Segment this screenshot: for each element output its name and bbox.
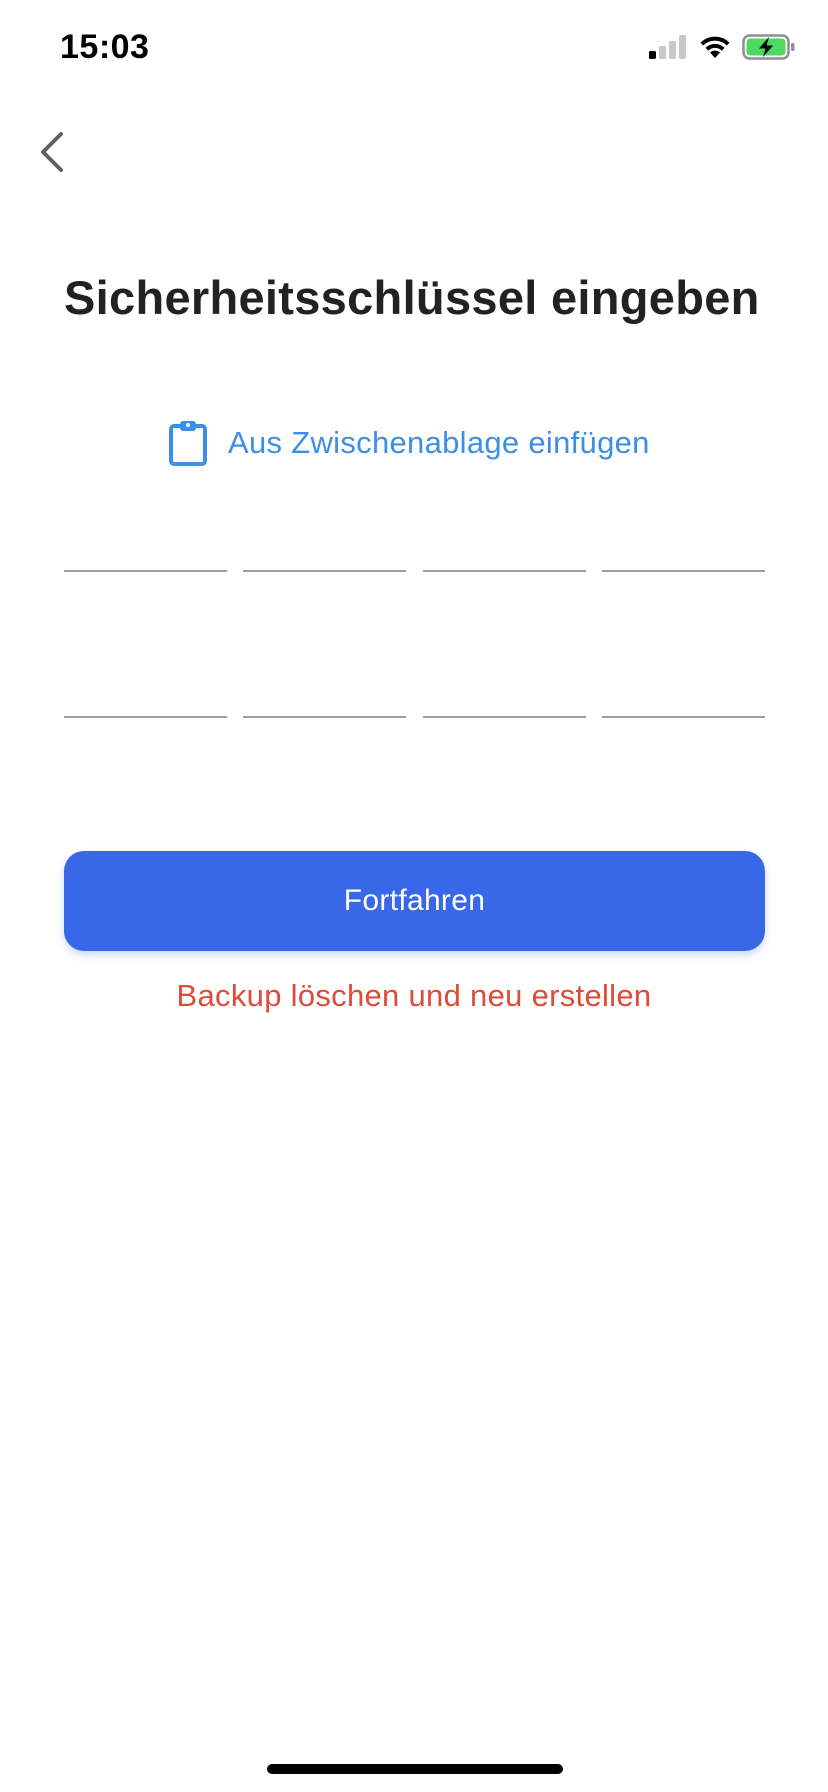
page-title: Sicherheitsschlüssel eingeben	[64, 271, 760, 324]
security-key-inputs	[64, 520, 765, 812]
back-button[interactable]	[22, 122, 82, 182]
screen: 15:03 Sicherheitsschlüssel eingeben Aus …	[0, 0, 828, 1792]
key-row-1	[64, 520, 765, 572]
chevron-left-icon	[41, 132, 63, 172]
key-field-6[interactable]	[243, 666, 407, 718]
key-field-2[interactable]	[243, 520, 407, 572]
key-field-8[interactable]	[601, 666, 765, 718]
battery-charging-icon	[742, 34, 795, 60]
continue-button[interactable]: Fortfahren	[64, 851, 765, 951]
home-indicator[interactable]	[267, 1764, 563, 1774]
paste-label: Aus Zwischenablage einfügen	[228, 425, 650, 460]
key-row-2	[64, 666, 765, 718]
paste-from-clipboard-button[interactable]: Aus Zwischenablage einfügen	[168, 420, 650, 466]
key-field-1[interactable]	[64, 520, 227, 572]
status-time: 15:03	[60, 28, 150, 66]
key-field-5[interactable]	[64, 666, 227, 718]
wifi-icon	[700, 36, 730, 58]
status-icons	[648, 34, 796, 60]
key-field-3[interactable]	[422, 520, 586, 572]
clipboard-icon	[169, 421, 207, 466]
continue-button-label: Fortfahren	[343, 884, 486, 917]
key-field-4[interactable]	[601, 520, 765, 572]
status-bar: 15:03	[0, 0, 828, 100]
key-field-7[interactable]	[422, 666, 586, 718]
cellular-signal-icon	[649, 35, 686, 59]
delete-and-recreate-backup-link[interactable]: Backup löschen und neu erstellen	[0, 978, 828, 1014]
